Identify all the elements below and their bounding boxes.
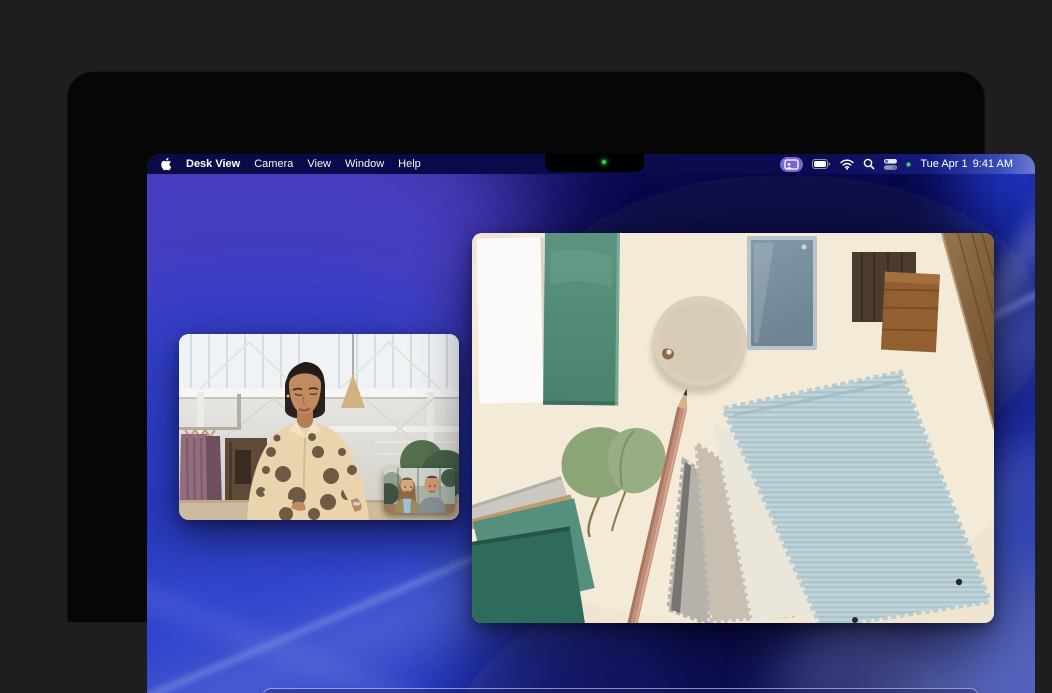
teal-tile [543,233,620,405]
wifi-icon[interactable] [840,159,854,170]
apple-logo[interactable] [160,157,172,171]
facetime-video-window[interactable] [179,334,459,520]
camera-active-indicator [906,162,911,167]
menu-app-name[interactable]: Desk View [186,158,240,170]
macbook-screen: Desk View Camera View Window Help [147,154,1035,693]
marketing-scene: { "menu_bar": { "app_name": "Desk View",… [0,0,1052,622]
spotlight-search-icon[interactable] [863,158,875,170]
macbook-bezel: Desk View Camera View Window Help [67,71,985,622]
battery-icon[interactable] [812,159,831,169]
time-label: 9:41 AM [973,158,1013,170]
menu-camera[interactable]: Camera [254,158,293,170]
desk-view-feed [472,233,994,623]
menu-view[interactable]: View [307,158,331,170]
pip-remote-participants[interactable] [384,468,455,513]
caramel-wood-sample [881,272,940,353]
date-label: Tue Apr 1 [920,158,967,170]
camera-led [602,160,606,164]
menu-window[interactable]: Window [345,158,384,170]
desk-view-window[interactable] [472,233,994,623]
slate-tile [747,236,817,350]
camera-notch [545,154,644,172]
menu-bar-clock[interactable]: Tue Apr 1 9:41 AM [920,158,1013,170]
bottom-window-edge[interactable] [262,688,979,693]
control-center-icon[interactable] [884,159,897,170]
felt-disc [651,296,747,394]
menu-help[interactable]: Help [398,158,421,170]
video-conference-indicator-icon[interactable] [780,157,803,172]
